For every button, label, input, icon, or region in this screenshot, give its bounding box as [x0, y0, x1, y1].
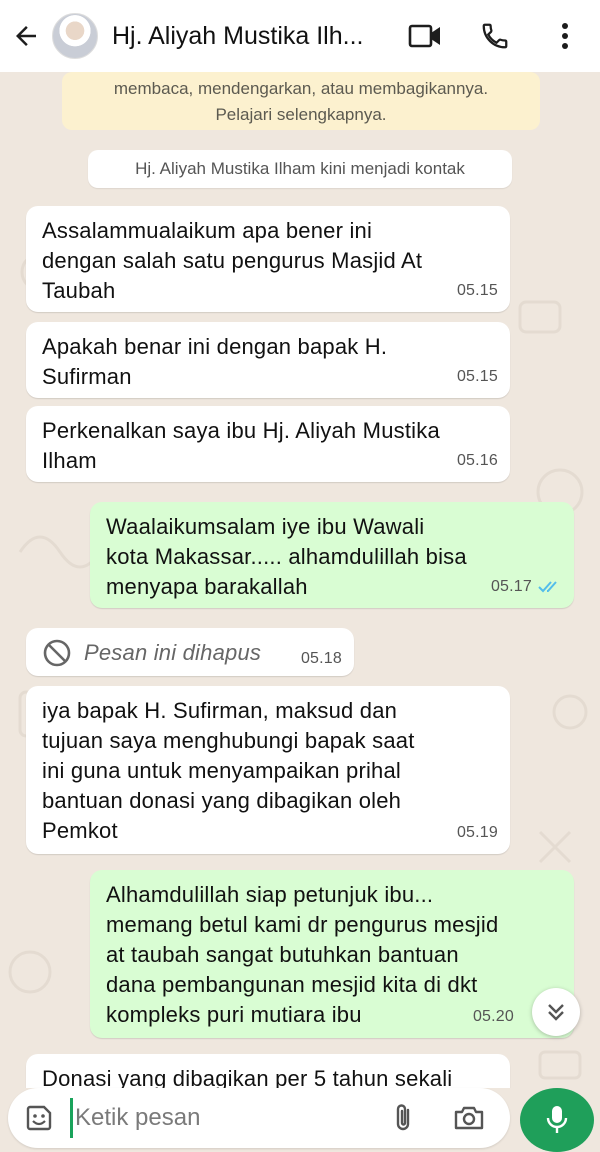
- header-actions: [390, 0, 600, 72]
- message-bubble-incoming[interactable]: Perkenalkan saya ibu Hj. Aliyah Mustika …: [26, 406, 510, 482]
- message-bubble-incoming[interactable]: Assalammualaikum apa bener ini dengan sa…: [26, 206, 510, 312]
- message-text: Perkenalkan saya ibu Hj. Aliyah Mustika …: [42, 418, 440, 473]
- message-time: 05.15: [456, 368, 498, 385]
- encryption-notice-text: membaca, mendengarkan, atau membagikanny…: [113, 79, 489, 98]
- deleted-message-bubble[interactable]: Pesan ini dihapus 05.18: [26, 628, 354, 676]
- message-time: 05.20: [472, 1008, 514, 1025]
- voice-message-button[interactable]: [520, 1088, 594, 1152]
- message-time: 05.15: [456, 282, 498, 299]
- more-options-icon: [562, 23, 568, 49]
- composer-bar: [0, 1088, 600, 1152]
- emoji-icon: [26, 1105, 52, 1131]
- chat-header: Hj. Aliyah Mustika Ilh...: [0, 0, 600, 72]
- learn-more-link[interactable]: Pelajari selengkapnya.: [62, 102, 540, 128]
- message-bubble-outgoing[interactable]: Alhamdulillah siap petunjuk ibu... meman…: [90, 870, 574, 1038]
- attach-icon: [396, 1104, 410, 1131]
- message-input-container: [8, 1088, 510, 1148]
- blocked-icon: [43, 639, 71, 667]
- message-time: 05.19: [456, 824, 498, 841]
- message-bubble-incoming[interactable]: Donasi yang dibagikan per 5 tahun sekali: [26, 1054, 510, 1088]
- message-time: 05.18: [300, 650, 342, 667]
- back-button[interactable]: [0, 0, 52, 72]
- scroll-to-bottom-button[interactable]: [532, 988, 580, 1036]
- camera-button[interactable]: [436, 1088, 502, 1148]
- voice-call-icon: [482, 23, 508, 49]
- encryption-notice[interactable]: membaca, mendengarkan, atau membagikanny…: [62, 72, 540, 130]
- voice-call-button[interactable]: [460, 0, 530, 72]
- message-input[interactable]: [70, 1098, 370, 1138]
- message-text: iya bapak H. Sufirman, maksud dan tujuan…: [42, 698, 415, 843]
- deleted-message-row: Pesan ini dihapus: [42, 636, 340, 668]
- message-bubble-incoming[interactable]: iya bapak H. Sufirman, maksud dan tujuan…: [26, 686, 510, 854]
- message-time: 05.16: [456, 452, 498, 469]
- message-text: Donasi yang dibagikan per 5 tahun sekali: [42, 1066, 453, 1088]
- mic-icon: [546, 1106, 568, 1133]
- avatar[interactable]: [52, 13, 98, 59]
- message-bubble-incoming[interactable]: Apakah benar ini dengan bapak H. Sufirma…: [26, 322, 510, 398]
- message-bubble-outgoing[interactable]: Waalaikumsalam iye ibu Wawali kota Makas…: [90, 502, 574, 608]
- deleted-message-text: Pesan ini dihapus: [84, 640, 262, 665]
- more-options-button[interactable]: [530, 0, 600, 72]
- message-meta: 05.20: [473, 1002, 514, 1032]
- video-call-icon: [408, 24, 440, 48]
- video-call-button[interactable]: [390, 0, 460, 72]
- back-arrow-icon: [16, 26, 36, 46]
- message-text: Assalammualaikum apa bener ini dengan sa…: [42, 218, 423, 303]
- message-text: Apakah benar ini dengan bapak H. Sufirma…: [42, 334, 388, 389]
- message-time: 05.17: [490, 578, 532, 595]
- contact-added-notice: Hj. Aliyah Mustika Ilham kini menjadi ko…: [88, 150, 512, 188]
- read-receipt-icon: [538, 580, 562, 594]
- chat-area[interactable]: membaca, mendengarkan, atau membagikanny…: [0, 72, 600, 1088]
- chevron-double-down-icon: [548, 1004, 564, 1021]
- message-meta: 05.17: [491, 572, 562, 602]
- contact-name[interactable]: Hj. Aliyah Mustika Ilh...: [112, 22, 390, 51]
- camera-icon: [454, 1106, 484, 1130]
- attach-button[interactable]: [370, 1088, 436, 1148]
- emoji-button[interactable]: [8, 1088, 70, 1148]
